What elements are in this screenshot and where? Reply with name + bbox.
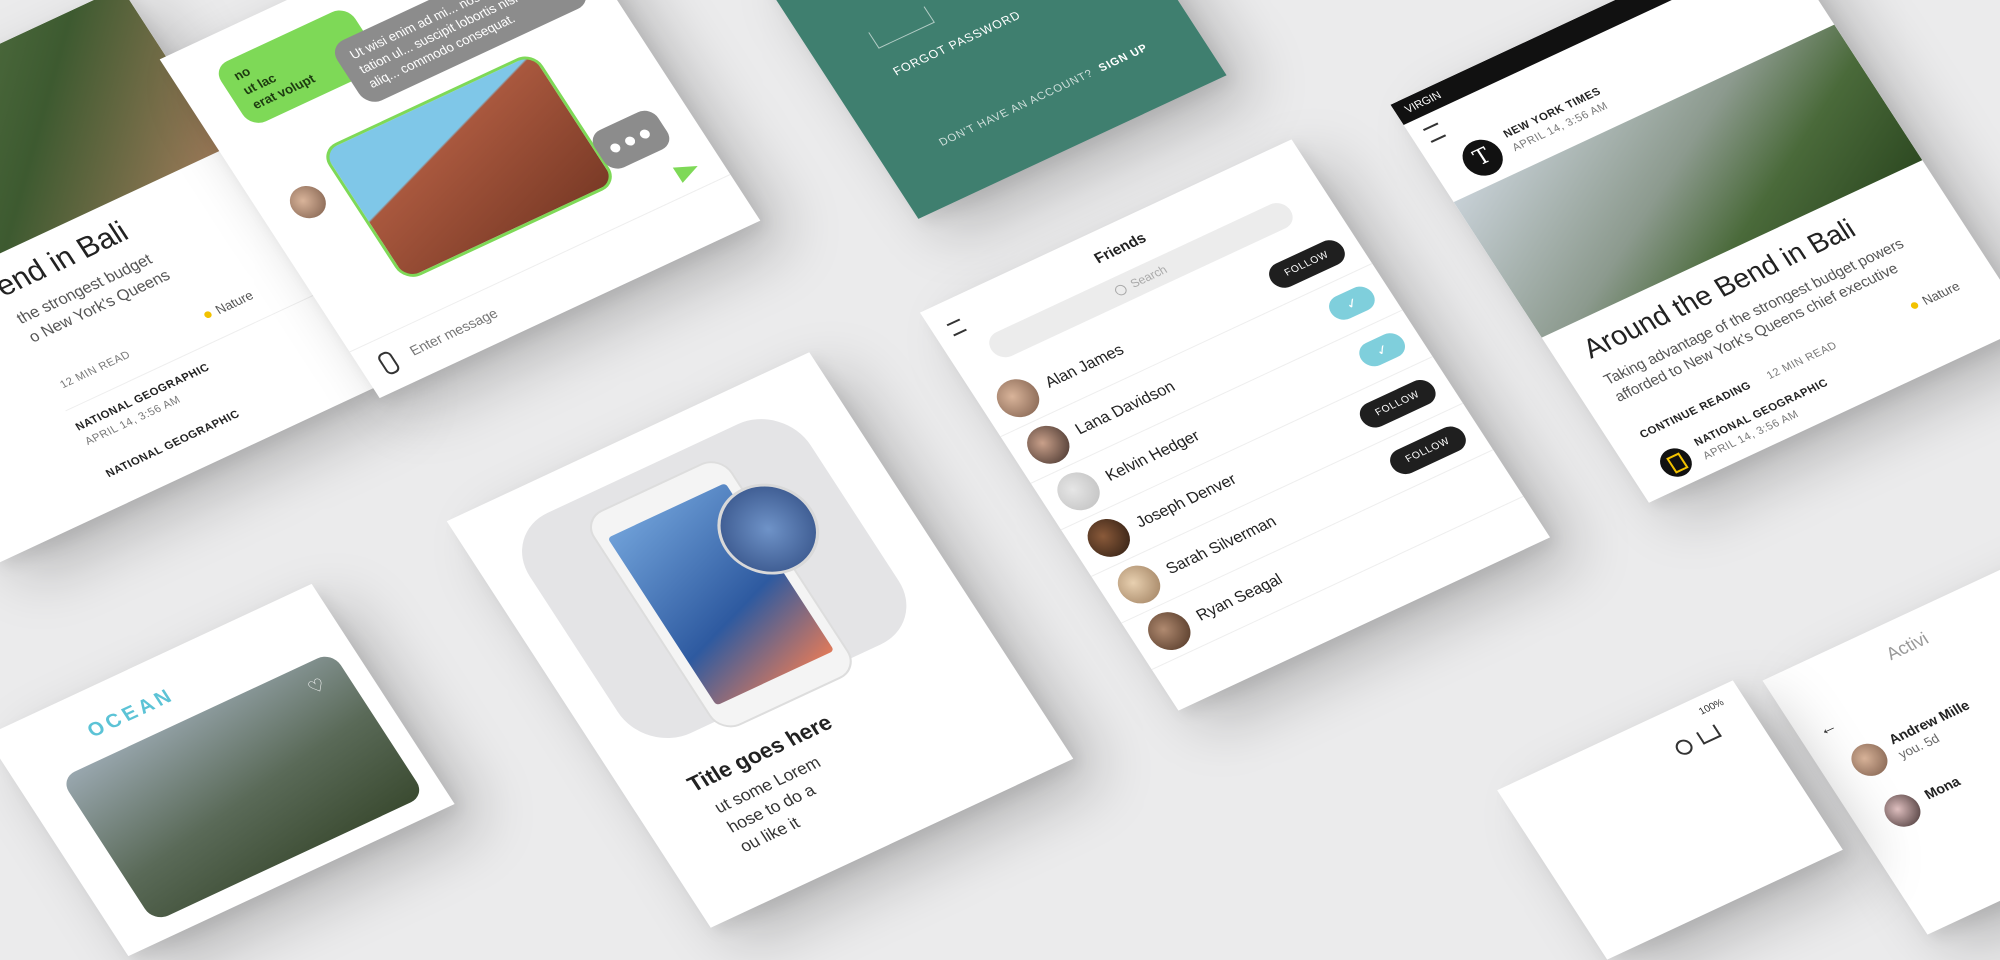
search-icon	[1112, 282, 1130, 297]
login-card: FORGOT PASSWORD DON'T HAVE AN ACCOUNT? S…	[753, 0, 1227, 219]
back-arrow-icon[interactable]: ←	[1814, 715, 1842, 740]
nature-dot-icon	[1909, 301, 1920, 310]
article-left-tag-label: Nature	[212, 287, 257, 318]
check-icon: ✓	[1341, 293, 1362, 313]
article-right-source1[interactable]: NATIONAL GEOGRAPHIC	[1692, 377, 1830, 449]
nyt-logo-icon: T	[1455, 133, 1511, 182]
article-right-tag: Nature	[1907, 278, 1963, 314]
password-field-outline[interactable]	[868, 6, 935, 49]
sign-up-link[interactable]: SIGN UP	[1097, 42, 1151, 74]
activity-card: Activi ← Andrew Mille you. 5d Mona	[1762, 545, 2000, 935]
natgeo-frame-icon	[1666, 452, 1689, 474]
article-left-tag: Nature	[201, 288, 256, 323]
chat-avatar	[283, 180, 333, 224]
hamburger-icon[interactable]	[1422, 122, 1447, 143]
search-icon[interactable]	[1672, 737, 1696, 758]
avatar	[1109, 559, 1169, 610]
article-right-tag-label: Nature	[1919, 278, 1963, 308]
avatar	[1844, 738, 1895, 782]
article-right-read-time: 12 MIN READ	[1764, 339, 1840, 382]
check-icon: ✓	[1372, 340, 1392, 359]
paperclip-icon[interactable]	[375, 349, 402, 377]
ocean-photo[interactable]	[60, 651, 426, 923]
carrier-label: VIRGIN	[1402, 89, 1444, 116]
shop-status-bar: 100%	[1697, 697, 1726, 717]
avatar	[1140, 605, 1199, 657]
nature-dot-icon	[202, 310, 214, 320]
ellipsis-icon: ●●●	[601, 118, 660, 161]
ocean-card: OCEAN ♡	[0, 583, 455, 957]
friends-card: Friends Search Alan James FOLLOW Lana Da…	[919, 139, 1551, 711]
onboarding-card: Title goes here ut some Lorem hose to do…	[446, 352, 1074, 928]
battery-label: 100%	[1697, 697, 1727, 718]
avatar-placeholder	[1049, 465, 1108, 517]
send-arrow-icon[interactable]	[672, 158, 703, 183]
search-placeholder: Search	[1127, 262, 1170, 291]
signup-row: DON'T HAVE AN ACCOUNT? SIGN UP	[937, 42, 1150, 149]
cart-icon[interactable]	[1696, 724, 1722, 745]
activity-title: Activi	[1882, 628, 1933, 664]
avatar	[1877, 789, 1928, 833]
avatar	[1079, 512, 1138, 564]
avatar	[988, 372, 1048, 424]
avatar	[1019, 419, 1078, 471]
activity-row2-name[interactable]: Mona	[1921, 773, 1963, 802]
natgeo-logo-icon	[1654, 443, 1698, 482]
no-account-text: DON'T HAVE AN ACCOUNT?	[937, 67, 1096, 149]
article-card-right: VIRGIN T NEW YORK TIMES APRIL 14, 3:56 A…	[1390, 0, 2000, 503]
